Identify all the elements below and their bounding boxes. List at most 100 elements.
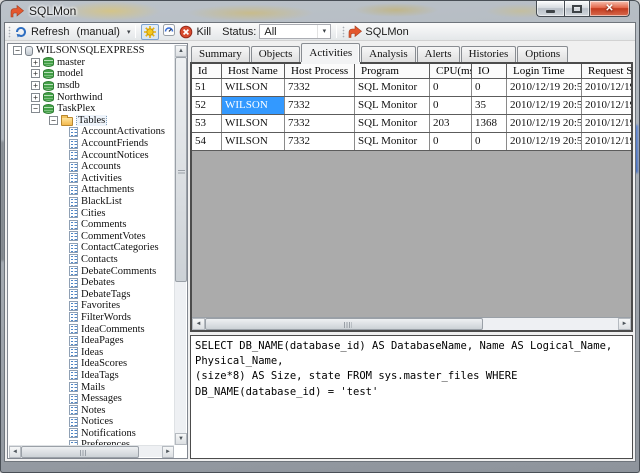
grid-row-54[interactable]: 54WILSON7332SQL Monitor002010/12/19 20:5… — [192, 133, 631, 151]
tree-item-Comments[interactable]: Comments — [9, 219, 174, 231]
expand-toggle-icon[interactable]: + — [31, 81, 40, 90]
tree-item-Tables[interactable]: −Tables — [9, 115, 174, 127]
cell[interactable]: SQL Monitor — [355, 133, 430, 150]
cell[interactable]: SQL Monitor — [355, 115, 430, 132]
cell[interactable]: 0 — [472, 79, 507, 96]
cell[interactable]: 2010/12/19 20:58 — [507, 115, 582, 132]
tree-item-Contacts[interactable]: Contacts — [9, 254, 174, 266]
cell[interactable]: 2010/12/19 2 — [582, 115, 631, 132]
column-header-host-process[interactable]: Host Process — [285, 64, 355, 78]
scroll-down-icon[interactable]: ▼ — [175, 433, 187, 445]
scrollbar-thumb[interactable] — [205, 318, 483, 330]
tree-item-AccountNotices[interactable]: AccountNotices — [9, 149, 174, 161]
tree-item-DebateTags[interactable]: DebateTags — [9, 288, 174, 300]
tab-summary[interactable]: Summary — [191, 46, 250, 62]
tab-activities[interactable]: Activities — [301, 43, 360, 62]
cell[interactable]: 2010/12/19 20:58 — [507, 79, 582, 96]
tree-item-Mails[interactable]: Mails — [9, 381, 174, 393]
tree-item-AccountFriends[interactable]: AccountFriends — [9, 138, 174, 150]
tree-item-Debates[interactable]: Debates — [9, 277, 174, 289]
cell[interactable]: 0 — [430, 133, 472, 150]
expand-toggle-icon[interactable]: − — [31, 104, 40, 113]
cell[interactable]: 0 — [472, 133, 507, 150]
refresh-button[interactable]: Refresh — [14, 25, 70, 39]
tree-item-Messages[interactable]: Messages — [9, 393, 174, 405]
gauge-button[interactable] — [162, 23, 176, 40]
tree-item-IdeaComments[interactable]: IdeaComments — [9, 323, 174, 335]
tree-item-ContactCategories[interactable]: ContactCategories — [9, 242, 174, 254]
scroll-up-icon[interactable]: ▲ — [175, 45, 187, 57]
cell[interactable]: 203 — [430, 115, 472, 132]
cell[interactable]: 54 — [192, 133, 222, 150]
expand-toggle-icon[interactable]: − — [49, 116, 58, 125]
tree-item-DebateComments[interactable]: DebateComments — [9, 265, 174, 277]
tree-item-IdeaScores[interactable]: IdeaScores — [9, 358, 174, 370]
cell[interactable]: 7332 — [285, 79, 355, 96]
tree-item-BlackList[interactable]: BlackList — [9, 196, 174, 208]
column-header-program[interactable]: Program — [355, 64, 430, 78]
tab-alerts[interactable]: Alerts — [417, 46, 460, 62]
cell[interactable]: 2010/12/19 20:58 — [507, 133, 582, 150]
tree-item-AccountActivations[interactable]: AccountActivations — [9, 126, 174, 138]
cell[interactable]: 53 — [192, 115, 222, 132]
tree-item-CommentVotes[interactable]: CommentVotes — [9, 231, 174, 243]
cell[interactable]: SQL Monitor — [355, 79, 430, 96]
sql-text-panel[interactable]: SELECT DB_NAME(database_id) AS DatabaseN… — [190, 335, 633, 459]
cell[interactable]: 7332 — [285, 133, 355, 150]
cell[interactable]: 0 — [430, 79, 472, 96]
column-header-host-name[interactable]: Host Name — [222, 64, 285, 78]
column-header-cpu-ms-[interactable]: CPU(ms) — [430, 64, 472, 78]
cell[interactable]: 52 — [192, 97, 222, 114]
run-monitor-toggle[interactable] — [141, 24, 159, 40]
tree-item-Attachments[interactable]: Attachments — [9, 184, 174, 196]
tree-item-Ideas[interactable]: Ideas — [9, 346, 174, 358]
cell[interactable]: 7332 — [285, 97, 355, 114]
scroll-left-icon[interactable]: ◄ — [9, 446, 21, 458]
scroll-right-icon[interactable]: ► — [618, 318, 631, 330]
expand-toggle-icon[interactable]: + — [31, 69, 40, 78]
close-button[interactable]: ✕ — [590, 1, 630, 17]
cell[interactable]: 2010/12/19 2 — [582, 97, 631, 114]
tree-item-Northwind[interactable]: +Northwind — [9, 91, 174, 103]
minimize-button[interactable] — [536, 1, 564, 17]
tree-item-Notifications[interactable]: Notifications — [9, 428, 174, 440]
cell[interactable]: 0 — [430, 97, 472, 114]
refresh-mode-dropdown[interactable]: (manual) ▾ — [77, 26, 131, 38]
kill-button[interactable]: Kill — [179, 25, 211, 39]
column-header-request-start[interactable]: Request Start — [582, 64, 631, 78]
column-header-id[interactable]: Id — [192, 64, 222, 78]
scrollbar-thumb[interactable] — [21, 446, 139, 458]
cell[interactable]: WILSON — [222, 133, 285, 150]
cell[interactable]: 1368 — [472, 115, 507, 132]
grid-row-53[interactable]: 53WILSON7332SQL Monitor20313682010/12/19… — [192, 115, 631, 133]
tab-options[interactable]: Options — [517, 46, 568, 62]
column-header-login-time[interactable]: Login Time — [507, 64, 582, 78]
expand-toggle-icon[interactable]: − — [13, 46, 22, 55]
tab-histories[interactable]: Histories — [461, 46, 517, 62]
tree-item-model[interactable]: +model — [9, 68, 174, 80]
cell[interactable]: WILSON — [222, 97, 285, 114]
scroll-left-icon[interactable]: ◄ — [192, 318, 205, 330]
cell[interactable]: 51 — [192, 79, 222, 96]
tree-item-WILSON\SQLEXPRESS[interactable]: −WILSON\SQLEXPRESS — [9, 45, 174, 57]
cell[interactable]: 7332 — [285, 115, 355, 132]
expand-toggle-icon[interactable]: + — [31, 58, 40, 67]
tree-item-FilterWords[interactable]: FilterWords — [9, 312, 174, 324]
cell[interactable]: SQL Monitor — [355, 97, 430, 114]
tree-item-Accounts[interactable]: Accounts — [9, 161, 174, 173]
status-select[interactable]: All ▾ — [259, 24, 331, 39]
maximize-button[interactable] — [564, 1, 590, 17]
tree-item-Notes[interactable]: Notes — [9, 404, 174, 416]
cell[interactable]: 2010/12/19 2 — [582, 79, 631, 96]
tree-item-IdeaPages[interactable]: IdeaPages — [9, 335, 174, 347]
tree-item-Cities[interactable]: Cities — [9, 207, 174, 219]
tree-item-master[interactable]: +master — [9, 57, 174, 69]
cell[interactable]: 2010/12/19 20:58 — [507, 97, 582, 114]
tree-item-Notices[interactable]: Notices — [9, 416, 174, 428]
tab-analysis[interactable]: Analysis — [361, 46, 416, 62]
tree-item-Favorites[interactable]: Favorites — [9, 300, 174, 312]
cell[interactable]: WILSON — [222, 115, 285, 132]
grid-row-51[interactable]: 51WILSON7332SQL Monitor002010/12/19 20:5… — [192, 79, 631, 97]
expand-toggle-icon[interactable]: + — [31, 93, 40, 102]
scrollbar-thumb[interactable] — [175, 57, 187, 282]
